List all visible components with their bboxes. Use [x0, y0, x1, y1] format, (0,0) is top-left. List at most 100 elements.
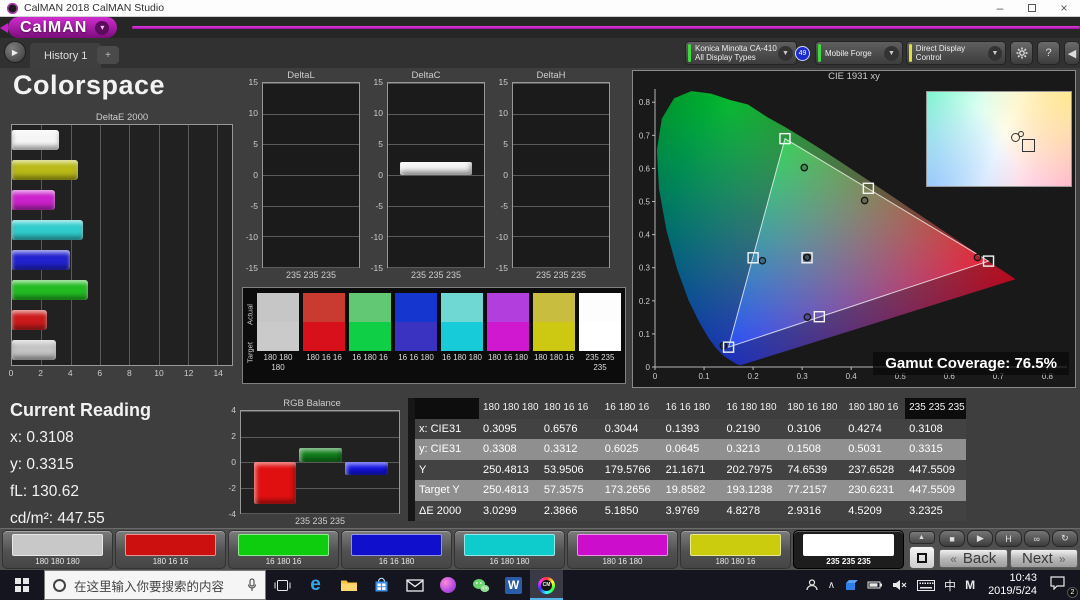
- restore-button[interactable]: [1016, 0, 1048, 16]
- help-button[interactable]: ?: [1037, 41, 1060, 65]
- gridline: [217, 125, 218, 365]
- x-axis-label: 235 235 235: [262, 268, 360, 280]
- display-control-dropdown[interactable]: Direct Display Control ▼: [906, 41, 1006, 65]
- patch-color: [12, 534, 103, 556]
- current-reading-title: Current Reading: [10, 400, 151, 421]
- meter-dropdown[interactable]: Konica Minolta CA-410 All Display Types …: [685, 41, 797, 65]
- gridline: [388, 236, 484, 237]
- word-icon: W: [505, 577, 522, 594]
- action-center-button[interactable]: 2: [1050, 576, 1074, 595]
- target-color: [487, 322, 529, 351]
- ime-language-indicator[interactable]: 中: [944, 577, 956, 594]
- minimize-button[interactable]: –: [984, 0, 1016, 16]
- measured-point: [804, 314, 810, 320]
- calman-button[interactable]: CM: [530, 570, 563, 600]
- pattern-window-button[interactable]: [909, 546, 935, 569]
- pattern-patch-button[interactable]: 16 180 16: [228, 530, 339, 569]
- gamut-coverage-value: 76.5%: [1014, 355, 1057, 372]
- collapse-panel-button[interactable]: ◀: [1064, 41, 1080, 65]
- table-cell: 250.4813: [479, 480, 540, 501]
- pattern-patch-button[interactable]: 180 180 16: [680, 530, 791, 569]
- pattern-patch-button[interactable]: 16 16 180: [341, 530, 452, 569]
- people-icon[interactable]: [805, 578, 819, 592]
- volume-muted-icon[interactable]: [892, 579, 908, 591]
- continuous-button[interactable]: ∞: [1024, 530, 1050, 547]
- axis-tick-label: 4: [231, 405, 236, 415]
- paint-3d-button[interactable]: [431, 570, 464, 600]
- table-cell: 74.6539: [783, 460, 844, 481]
- pattern-patch-button[interactable]: 180 16 16: [115, 530, 226, 569]
- color-swatch: 180 180 180: [257, 293, 299, 381]
- add-tab-button[interactable]: +: [97, 46, 119, 64]
- chevron-down-icon: ▼: [778, 46, 793, 61]
- patch-color: [464, 534, 555, 556]
- pattern-panel-expand-button[interactable]: ▲: [909, 531, 935, 544]
- pause-button[interactable]: H: [995, 530, 1021, 547]
- pattern-patch-button[interactable]: 180 16 180: [567, 530, 678, 569]
- axis-tick-label: 0: [9, 368, 14, 378]
- chart-title: DeltaC: [367, 70, 485, 82]
- onedrive-cube-icon[interactable]: [844, 578, 858, 592]
- task-view-button[interactable]: [266, 570, 299, 600]
- color-swatch: 180 16 180: [487, 293, 529, 381]
- store-button[interactable]: [365, 570, 398, 600]
- edge-button[interactable]: e: [299, 570, 332, 600]
- pattern-patch-button[interactable]: 180 180 180: [2, 530, 113, 569]
- wechat-button[interactable]: [464, 570, 497, 600]
- mail-button[interactable]: [398, 570, 431, 600]
- back-button[interactable]: « Back: [939, 549, 1008, 568]
- taskbar-search-input[interactable]: 在这里输入你要搜索的内容: [44, 570, 266, 600]
- deltae-bar: [12, 310, 47, 330]
- pattern-patch-button[interactable]: 16 180 180: [454, 530, 565, 569]
- axis-tick-label: 15: [374, 77, 383, 87]
- word-button[interactable]: W: [497, 570, 530, 600]
- next-button[interactable]: Next »: [1010, 549, 1079, 568]
- target-label: Target: [246, 337, 255, 369]
- table-cell: 250.4813: [479, 460, 540, 481]
- actual-color: [441, 293, 483, 322]
- swatch-label: 16 180 180: [441, 353, 483, 363]
- measured-point: [861, 197, 867, 203]
- stop-button[interactable]: ■: [939, 530, 965, 547]
- input-method-m-icon[interactable]: M: [965, 578, 975, 592]
- calman-logo-menu[interactable]: CalMAN ▾: [8, 17, 117, 38]
- table-cell: 0.3108: [905, 419, 966, 440]
- battery-icon[interactable]: [867, 580, 883, 590]
- tray-expand-chevron[interactable]: ∧: [828, 580, 835, 591]
- chevron-right-icon: »: [1059, 552, 1066, 566]
- patch-color: [690, 534, 781, 556]
- table-cell: 173.2656: [601, 480, 662, 501]
- table-cell: 0.1393: [662, 419, 723, 440]
- table-row-label: Y: [415, 460, 479, 481]
- axis-tick-label: -15: [246, 263, 258, 273]
- refresh-button[interactable]: ↻: [1052, 530, 1078, 547]
- deltac-chart: DeltaC 151050-5-10-15 235 235 235: [367, 70, 485, 284]
- close-button[interactable]: ×: [1048, 0, 1080, 16]
- table-row-label: y: CIE31: [415, 439, 479, 460]
- patch-color: [351, 534, 442, 556]
- measurement-table: 180 180 180180 16 1616 180 1616 16 18016…: [408, 398, 966, 521]
- axis-tick-label: -10: [246, 232, 258, 242]
- back-label: Back: [963, 550, 996, 567]
- tab-history-1[interactable]: History 1: [30, 43, 101, 68]
- whitepoint-measured-marker: [1018, 131, 1024, 137]
- system-tray: ∧ 中 M 10:43 2019/5/24 2: [805, 572, 1080, 598]
- file-explorer-button[interactable]: [332, 570, 365, 600]
- table-cell: 0.1508: [783, 439, 844, 460]
- pattern-patch-button[interactable]: 235 235 235: [793, 530, 904, 569]
- target-color: [579, 322, 621, 351]
- axis-tick-label: -5: [250, 201, 258, 211]
- settings-button[interactable]: [1010, 41, 1033, 65]
- pattern-window-icon: [917, 553, 927, 563]
- play-button[interactable]: ▶: [967, 530, 993, 547]
- table-cell: 0.3213: [723, 439, 784, 460]
- color-swatch: 16 180 16: [349, 293, 391, 381]
- patch-label: 235 235 235: [794, 557, 903, 566]
- microphone-icon: [247, 578, 257, 592]
- touch-keyboard-icon[interactable]: [917, 580, 935, 591]
- paint3d-icon: [440, 577, 456, 593]
- workflow-run-button[interactable]: ▶: [4, 41, 26, 63]
- taskbar-clock[interactable]: 10:43 2019/5/24: [988, 572, 1037, 598]
- start-button[interactable]: [0, 570, 44, 600]
- pattern-source-dropdown[interactable]: Mobile Forge ▼: [815, 41, 903, 65]
